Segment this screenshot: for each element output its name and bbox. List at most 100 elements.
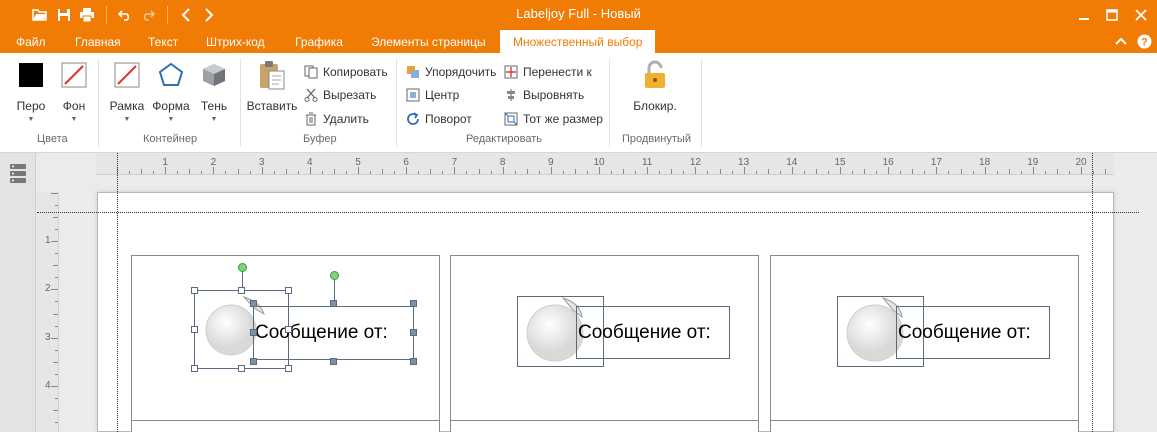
arrange-label: Упорядочить bbox=[425, 65, 497, 79]
ruler-tick bbox=[719, 169, 721, 174]
resize-handle[interactable] bbox=[191, 365, 198, 372]
resize-handle[interactable] bbox=[250, 300, 257, 307]
ruler-number: 16 bbox=[882, 157, 894, 168]
ruler-tick bbox=[55, 373, 58, 375]
background-color-button[interactable]: Фон ▼ bbox=[57, 59, 91, 123]
chevron-down-icon: ▼ bbox=[123, 116, 131, 123]
resize-handle[interactable] bbox=[191, 287, 198, 294]
resize-handle[interactable] bbox=[330, 358, 337, 365]
message-text-box[interactable]: Сообщение от: bbox=[253, 306, 414, 360]
ruler-tick bbox=[550, 167, 552, 174]
align-button[interactable]: Выровнять bbox=[503, 85, 584, 105]
ruler-tick bbox=[960, 169, 962, 174]
ruler-tick bbox=[261, 167, 263, 174]
tab-multiple-selection[interactable]: Множественный выбор bbox=[500, 30, 656, 54]
ruler-tick bbox=[370, 171, 372, 174]
ruler-tick bbox=[55, 421, 58, 423]
center-label: Центр bbox=[425, 88, 460, 102]
ruler-number: 1 bbox=[162, 157, 168, 168]
resize-handle[interactable] bbox=[238, 287, 245, 294]
svg-text:?: ? bbox=[1141, 36, 1148, 48]
colors-group-label: Цвета bbox=[37, 133, 68, 145]
tab-text[interactable]: Текст bbox=[148, 34, 178, 53]
shadow-button[interactable]: Тень ▼ bbox=[198, 59, 230, 123]
ruler-tick bbox=[623, 169, 625, 174]
resize-handle[interactable] bbox=[410, 329, 417, 336]
delete-button[interactable]: Удалить bbox=[303, 109, 369, 129]
copy-button[interactable]: Копировать bbox=[303, 62, 388, 82]
arrange-button[interactable]: Упорядочить bbox=[405, 62, 496, 82]
paste-button[interactable]: Вставить bbox=[246, 59, 298, 113]
move-to-button[interactable]: Перенести к bbox=[503, 62, 592, 82]
ruler-tick bbox=[912, 169, 914, 174]
tab-page-elements[interactable]: Элементы страницы bbox=[371, 34, 486, 53]
ruler-number: 5 bbox=[355, 157, 361, 168]
side-panel bbox=[0, 153, 36, 432]
ruler-tick bbox=[273, 171, 275, 174]
resize-handle[interactable] bbox=[410, 300, 417, 307]
label-card[interactable] bbox=[131, 420, 440, 432]
message-text-box[interactable]: Сообщение от: bbox=[896, 306, 1050, 359]
same-size-label: Тот же размер bbox=[523, 112, 603, 126]
help-icon[interactable]: ? bbox=[1136, 33, 1152, 49]
same-size-button[interactable]: Тот же размер bbox=[503, 109, 603, 129]
ruler-tick bbox=[538, 171, 540, 174]
center-button[interactable]: Центр bbox=[405, 85, 459, 105]
rotate-handle[interactable] bbox=[238, 263, 247, 272]
ruler-tick bbox=[586, 171, 588, 174]
frame-button[interactable]: Рамка ▼ bbox=[108, 59, 146, 123]
cut-button[interactable]: Вырезать bbox=[303, 85, 376, 105]
layers-panel-icon[interactable] bbox=[8, 163, 28, 185]
ruler-number: 15 bbox=[834, 157, 846, 168]
lock-button[interactable]: Блокир. bbox=[628, 59, 682, 113]
ruler-number: 19 bbox=[1027, 157, 1039, 168]
tab-home[interactable]: Главная bbox=[75, 34, 121, 53]
cut-label: Вырезать bbox=[323, 88, 377, 102]
ruler-tick bbox=[454, 167, 456, 174]
ribbon-tabs: Файл Главная Текст Штрих-код Графика Эле… bbox=[0, 30, 1157, 54]
label-card[interactable] bbox=[450, 420, 759, 432]
resize-handle[interactable] bbox=[250, 329, 257, 336]
ruler-tick bbox=[1044, 171, 1046, 174]
ruler-tick bbox=[51, 241, 58, 243]
tab-barcode[interactable]: Штрих-код bbox=[206, 34, 265, 53]
resize-handle[interactable] bbox=[330, 300, 337, 307]
resize-handle[interactable] bbox=[410, 358, 417, 365]
align-label: Выровнять bbox=[523, 88, 585, 102]
shape-button[interactable]: Форма ▼ bbox=[151, 59, 191, 123]
ruler-tick bbox=[755, 171, 757, 174]
padlock-icon bbox=[639, 59, 671, 91]
collapse-ribbon-icon[interactable] bbox=[1113, 33, 1129, 49]
resize-handle[interactable] bbox=[285, 365, 292, 372]
ruler-tick bbox=[466, 171, 468, 174]
ruler-tick bbox=[321, 171, 323, 174]
group-separator bbox=[396, 59, 397, 147]
maximize-icon[interactable] bbox=[1101, 5, 1123, 25]
ruler-tick bbox=[659, 171, 661, 174]
resize-handle[interactable] bbox=[285, 287, 292, 294]
tab-graphics[interactable]: Графика bbox=[295, 34, 343, 53]
resize-handle[interactable] bbox=[250, 358, 257, 365]
ruler-tick bbox=[189, 169, 191, 174]
resize-handle[interactable] bbox=[238, 365, 245, 372]
scissors-icon bbox=[303, 87, 319, 103]
ruler-number: 18 bbox=[979, 157, 991, 168]
tab-file[interactable]: Файл bbox=[16, 34, 46, 53]
ruler-tick bbox=[430, 169, 432, 174]
design-area: 1 2 3 4 5 6 7 8 9 10 11 12 13 14 15 16 17 18 19 20 1234 Соо… bbox=[0, 153, 1157, 432]
rotate-handle[interactable] bbox=[330, 271, 339, 280]
message-text-box[interactable]: Сообщение от: bbox=[576, 306, 730, 359]
label-card[interactable] bbox=[770, 420, 1079, 432]
ruler-tick bbox=[382, 169, 384, 174]
group-separator bbox=[701, 59, 702, 147]
rotate-button[interactable]: Поворот bbox=[405, 109, 472, 129]
resize-handle[interactable] bbox=[191, 326, 198, 333]
minimize-icon[interactable] bbox=[1073, 5, 1095, 25]
ruler-tick bbox=[827, 171, 829, 174]
close-icon[interactable] bbox=[1130, 5, 1152, 25]
chevron-down-icon: ▼ bbox=[27, 116, 35, 123]
pen-color-button[interactable]: Перо ▼ bbox=[14, 59, 48, 123]
resize-handle[interactable] bbox=[285, 326, 292, 333]
ruler-tick bbox=[213, 167, 215, 174]
ruler-tick bbox=[358, 167, 359, 174]
